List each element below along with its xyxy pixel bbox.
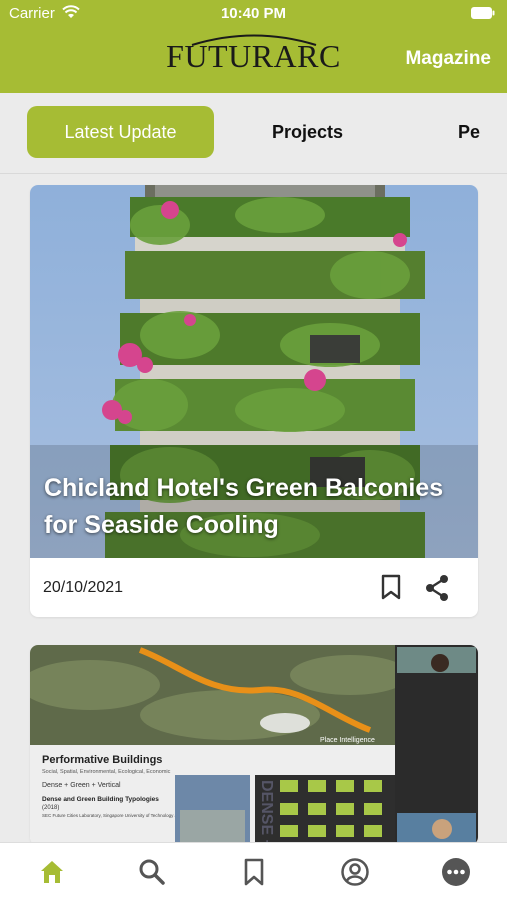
map-label: Place Intelligence <box>320 737 375 744</box>
more-icon[interactable] <box>441 857 471 887</box>
slide-year: (2018) <box>42 805 59 811</box>
tab-partial[interactable]: Pe <box>458 106 507 158</box>
status-bar: Carrier 10:40 PM <box>0 0 507 28</box>
article-image[interactable]: Chicland Hotel's Green Balconies for Sea… <box>30 185 478 558</box>
battery-icon <box>471 7 495 19</box>
app-header: Carrier 10:40 PM FUTURARC Magazine <box>0 0 507 93</box>
slide-title2: Dense and Green Building Typologies <box>42 796 159 803</box>
slide-subtitle: Social, Spatial, Environmental, Ecologic… <box>42 769 171 775</box>
article-card[interactable]: Chicland Hotel's Green Balconies for Sea… <box>30 185 478 617</box>
bookmark-icon[interactable] <box>380 574 402 600</box>
article-title[interactable]: Chicland Hotel's Green Balconies for Sea… <box>44 470 464 544</box>
slide-heading: Performative Buildings <box>42 754 162 766</box>
share-icon[interactable] <box>424 574 450 602</box>
logo-arc-icon <box>191 34 317 46</box>
article-image[interactable]: Place Intelligence Performative Building… <box>30 645 478 845</box>
tab-latest-update[interactable]: Latest Update <box>27 106 214 158</box>
article-card[interactable]: Place Intelligence Performative Building… <box>30 645 478 845</box>
magazine-link[interactable]: Magazine <box>405 48 491 70</box>
bookmark-icon[interactable] <box>239 857 269 887</box>
bottom-navigation <box>0 842 507 901</box>
home-icon[interactable] <box>37 857 67 887</box>
status-time: 10:40 PM <box>220 5 287 22</box>
article-meta: 20/10/2021 <box>30 558 478 617</box>
category-tabs: Latest Update Projects Pe <box>0 93 507 174</box>
slide-vertical-text: DENSE + G <box>258 780 275 845</box>
profile-icon[interactable] <box>340 857 370 887</box>
article-date: 20/10/2021 <box>43 579 124 596</box>
search-icon[interactable] <box>137 857 167 887</box>
slide-line: Dense + Green + Vertical <box>42 782 121 789</box>
tab-projects[interactable]: Projects <box>250 106 365 158</box>
